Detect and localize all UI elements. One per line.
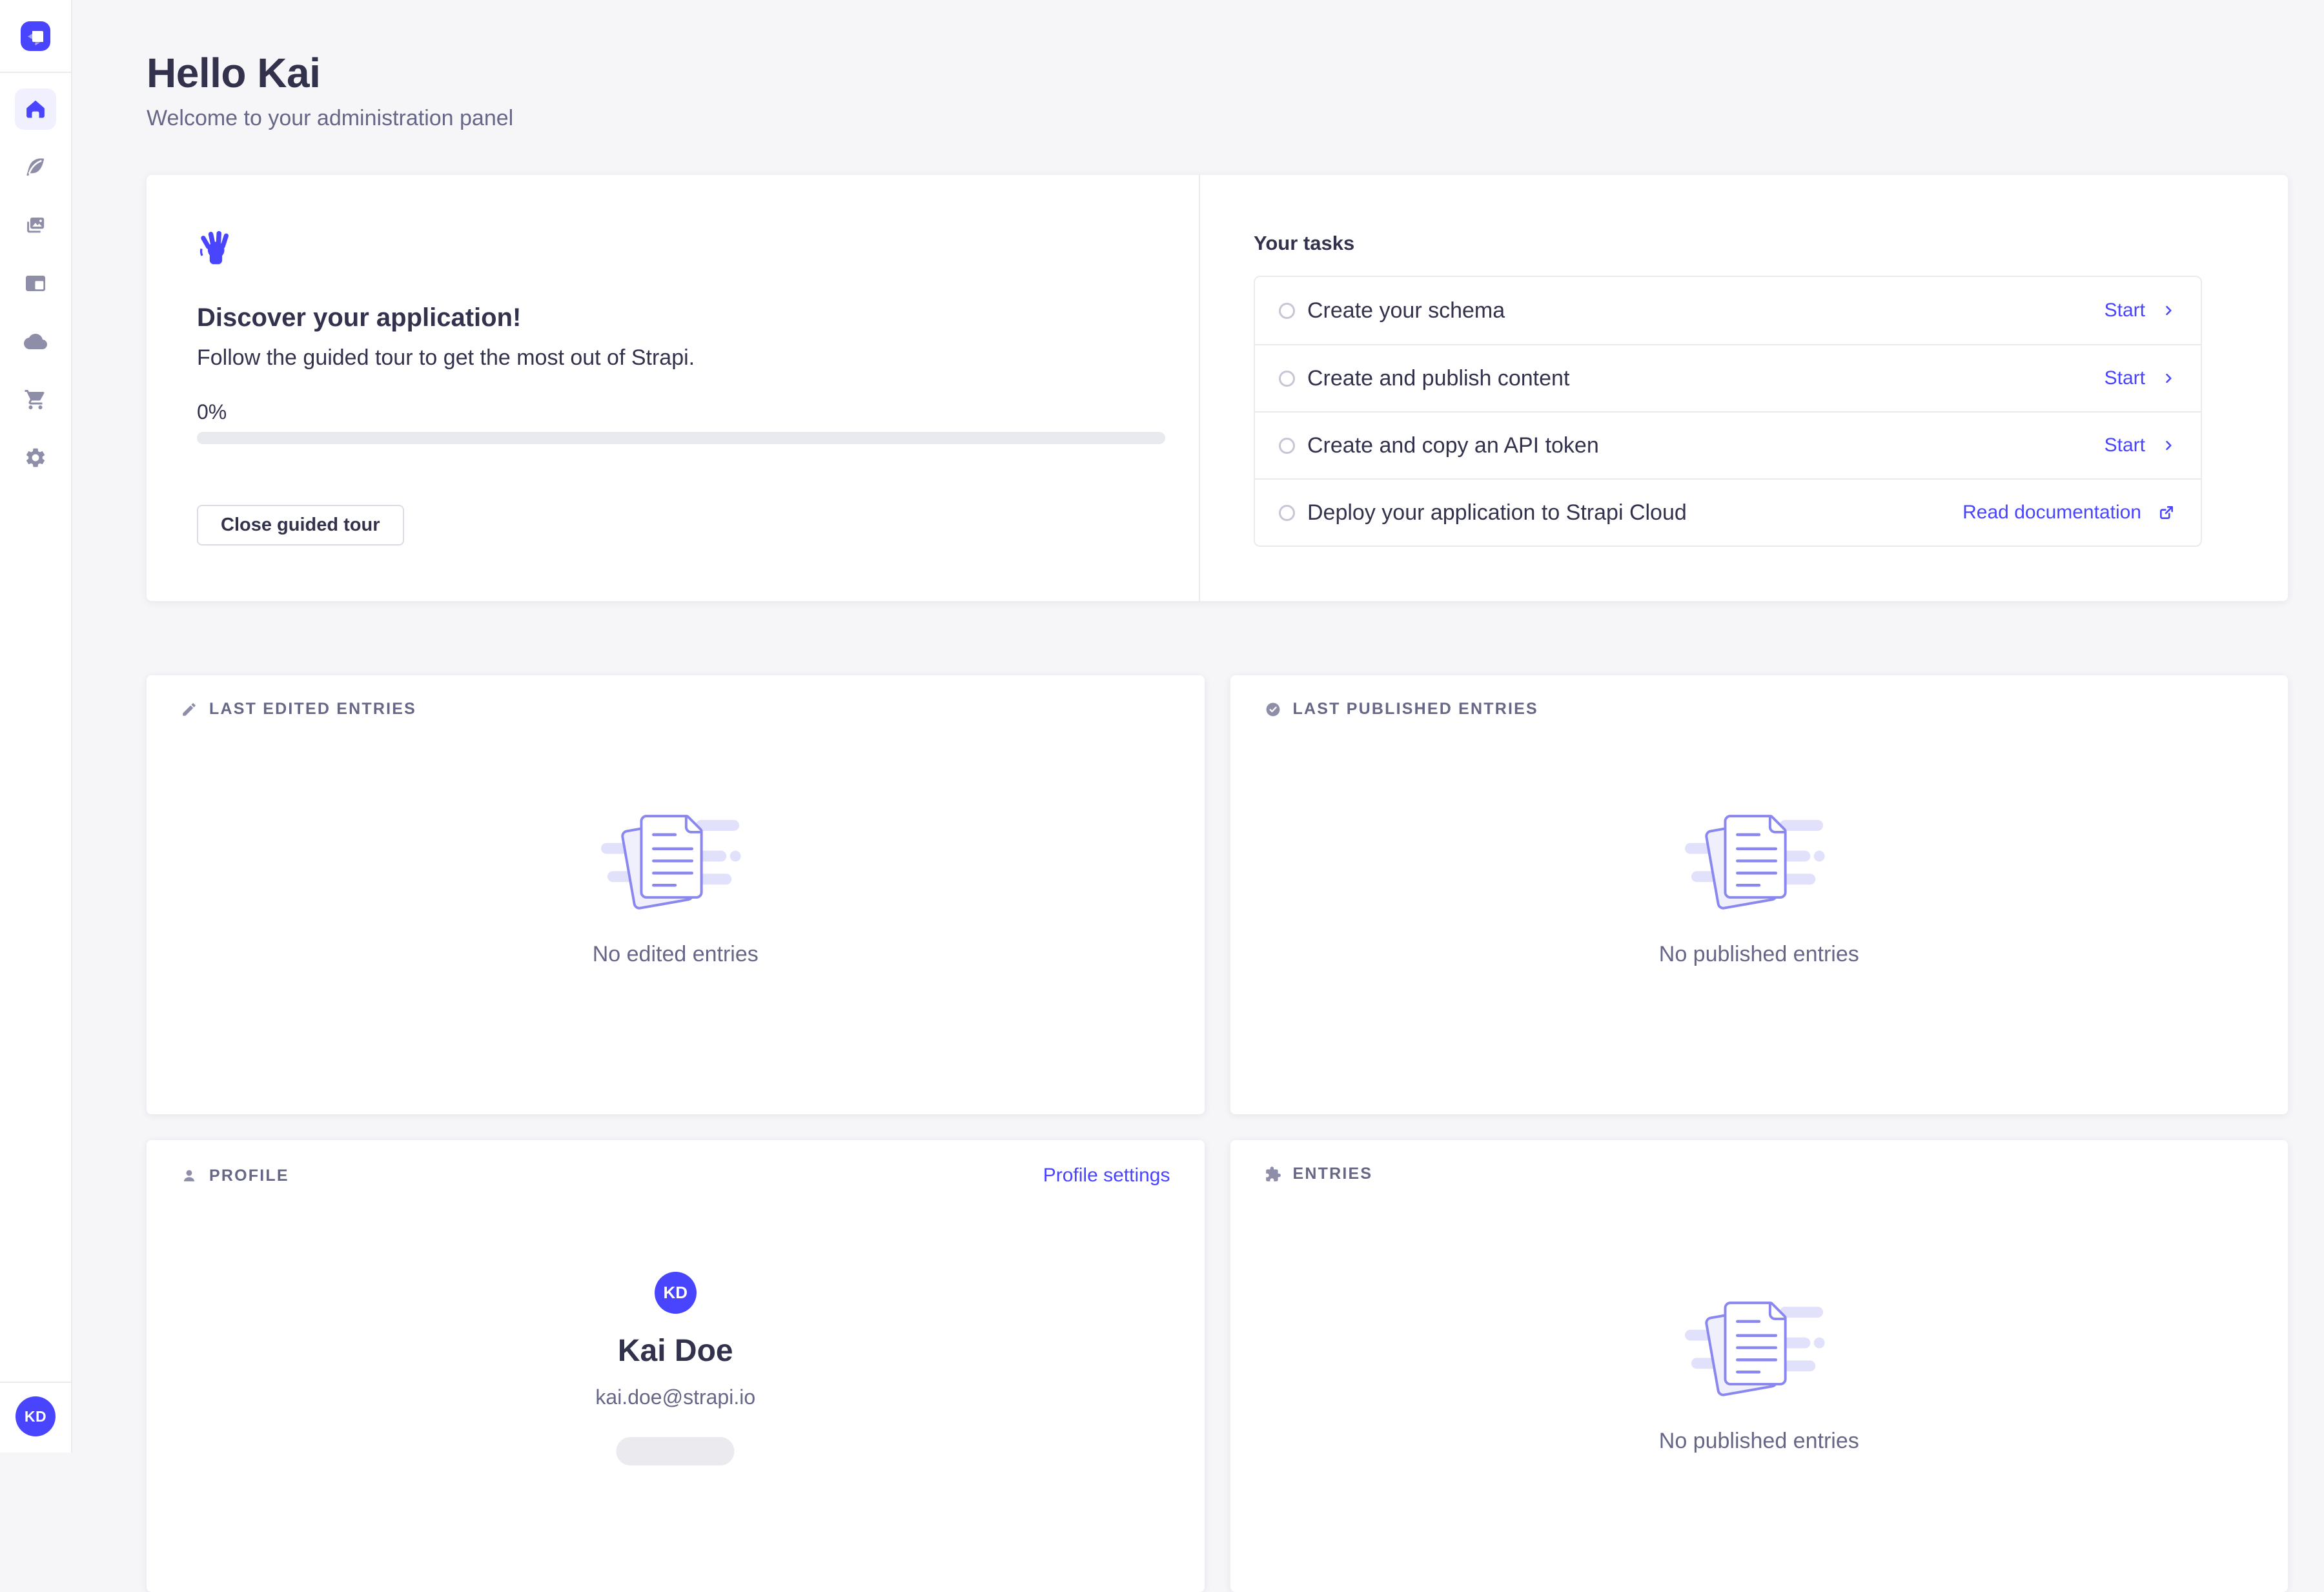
strapi-logo[interactable] [21,21,50,51]
last-edited-entries-widget: LAST EDITED ENTRIES No edited entries [147,675,1205,1114]
profile-body: KD Kai Doe kai.doe@strapi.io [147,1187,1205,1592]
empty-state: No published entries [1230,719,2288,1114]
marketplace-cart-icon [24,388,47,411]
task-label: Create and publish content [1307,366,1569,391]
chevron-right-icon [2162,304,2175,317]
guided-tour-card: Discover your application! Follow the gu… [147,175,1200,601]
task-row: Create and copy an API token Start [1255,411,2201,478]
widget-title: PROFILE [209,1167,289,1185]
sidebar-item-marketplace[interactable] [15,379,56,420]
task-start-link[interactable]: Start [2105,300,2175,321]
page-subtitle: Welcome to your administration panel [147,106,2288,131]
sidebar: KD [0,0,72,1453]
widget-header: PROFILE Profile settings [147,1140,1205,1187]
empty-state-text: No edited entries [593,942,759,967]
entries-widget: ENTRIES No published entries [1230,1140,2288,1592]
cloud-icon [24,330,47,353]
task-label: Create your schema [1307,298,1505,323]
task-row: Create your schema Start [1255,277,2201,344]
pencil-icon [181,701,198,718]
widget-title: LAST PUBLISHED ENTRIES [1293,700,1538,719]
puzzle-icon [1265,1166,1281,1183]
documents-illustration [601,810,749,919]
settings-gear-icon [24,446,47,469]
task-action-label: Start [2105,434,2145,456]
empty-state-text: No published entries [1659,942,1859,967]
profile-initials: KD [663,1283,688,1303]
empty-state-text: No published entries [1659,1429,1859,1454]
widgets-row-2: PROFILE Profile settings KD Kai Doe kai.… [147,1140,2288,1592]
media-library-images-icon [24,214,47,237]
sidebar-item-content-type-builder[interactable] [15,263,56,304]
page-title: Hello Kai [147,49,2288,97]
task-row: Deploy your application to Strapi Cloud … [1255,478,2201,546]
strapi-logo-icon [26,26,45,46]
task-action-label: Start [2105,300,2145,321]
profile-name: Kai Doe [618,1333,733,1369]
task-label: Create and copy an API token [1307,433,1599,458]
task-start-link[interactable]: Start [2105,434,2175,456]
task-status-circle [1279,371,1295,387]
guided-tour-description: Follow the guided tour to get the most o… [197,345,1199,371]
profile-role-badge [617,1437,735,1465]
sidebar-nav [0,88,71,478]
widget-title: ENTRIES [1293,1165,1373,1183]
profile-avatar: KD [655,1272,697,1314]
documents-illustration [1685,810,1833,919]
task-row: Create and publish content Start [1255,344,2201,411]
task-action-label: Read documentation [1962,502,2141,524]
sidebar-item-deploy[interactable] [15,321,56,362]
main-content: Hello Kai Welcome to your administration… [72,0,2324,1453]
task-status-circle [1279,505,1295,521]
widget-header: LAST PUBLISHED ENTRIES [1230,675,2288,719]
task-label: Deploy your application to Strapi Cloud [1307,500,1687,526]
guided-tour-title: Discover your application! [197,303,1199,332]
chevron-right-icon [2162,439,2175,452]
profile-settings-link[interactable]: Profile settings [1043,1165,1170,1187]
external-link-icon [2158,504,2175,521]
tasks-title: Your tasks [1254,232,2288,255]
sidebar-bottom-divider [0,1382,71,1383]
chevron-right-icon [2162,372,2175,385]
guided-tour-section: Discover your application! Follow the gu… [147,175,2288,601]
sidebar-item-home[interactable] [15,88,56,130]
task-read-documentation-link[interactable]: Read documentation [1962,502,2175,524]
content-manager-feather-icon [24,156,47,179]
sidebar-item-media-library[interactable] [15,205,56,246]
progress-bar [197,432,1165,444]
widget-title: LAST EDITED ENTRIES [209,700,416,719]
profile-widget: PROFILE Profile settings KD Kai Doe kai.… [147,1140,1205,1592]
widget-header: LAST EDITED ENTRIES [147,675,1205,719]
user-menu-avatar[interactable]: KD [15,1396,56,1436]
task-status-circle [1279,438,1295,454]
empty-state: No published entries [1230,1183,2288,1592]
tasks-card: Your tasks Create your schema Start Crea… [1200,175,2288,601]
widget-header: ENTRIES [1230,1140,2288,1183]
progress-label: 0% [197,400,1199,424]
check-circle-icon [1265,701,1281,718]
wave-hand-icon [197,228,234,265]
content-type-builder-layout-icon [24,272,47,295]
close-guided-tour-button[interactable]: Close guided tour [197,505,404,546]
task-start-link[interactable]: Start [2105,367,2175,389]
widgets-row-1: LAST EDITED ENTRIES No edited entries LA… [147,675,2288,1114]
task-action-label: Start [2105,367,2145,389]
sidebar-divider [0,72,71,73]
person-icon [181,1167,198,1184]
empty-state: No edited entries [147,719,1205,1114]
task-list: Create your schema Start Create and publ… [1254,276,2202,547]
last-published-entries-widget: LAST PUBLISHED ENTRIES No published entr… [1230,675,2288,1114]
home-icon [24,97,47,121]
user-initials: KD [25,1408,46,1425]
profile-email: kai.doe@strapi.io [595,1385,755,1409]
task-status-circle [1279,303,1295,319]
documents-illustration [1685,1296,1833,1405]
sidebar-item-settings[interactable] [15,437,56,478]
sidebar-item-content-manager[interactable] [15,147,56,188]
